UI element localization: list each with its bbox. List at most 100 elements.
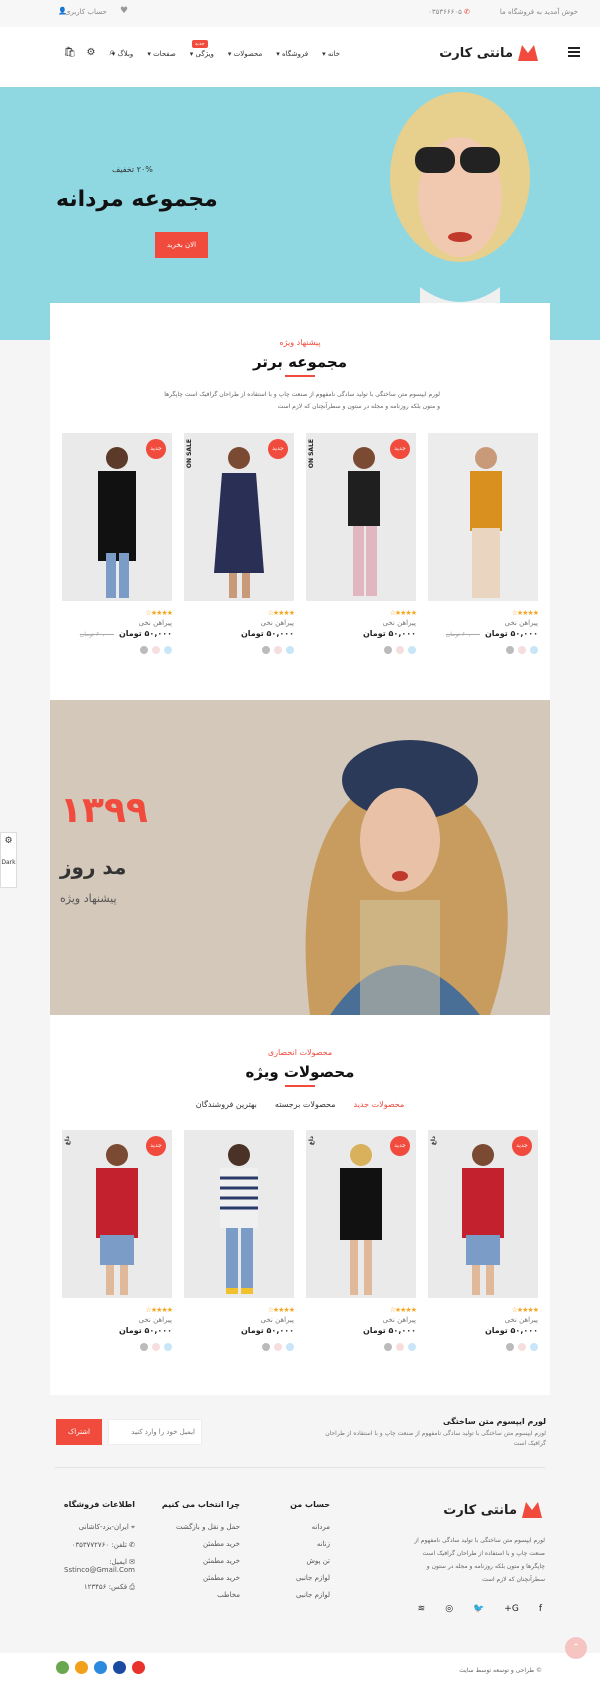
price-value: ۵۰,۰۰۰ تومان xyxy=(118,629,172,638)
product-card[interactable]: جدید داغ ★★★★☆ پیراهن نخی ۵۰,۰۰۰ تومان xyxy=(306,1130,417,1351)
product-card[interactable]: ★★★★☆ پیراهن نخی ۵۰,۰۰۰ تومان xyxy=(184,1130,295,1351)
swatch[interactable] xyxy=(164,646,172,654)
product-name[interactable]: پیراهن نخی xyxy=(62,1316,172,1324)
swatch[interactable] xyxy=(408,1343,416,1351)
product-image[interactable]: جدید داغ xyxy=(306,1130,416,1298)
nav-label: صفحات xyxy=(153,50,176,58)
account-link[interactable]: حساب کاربری xyxy=(65,8,107,16)
swatch[interactable] xyxy=(518,1343,526,1351)
swatch[interactable] xyxy=(152,646,160,654)
swatch[interactable] xyxy=(396,646,404,654)
phone-number: ✆ ۰۳۵۳۶۶۶۰۵ xyxy=(428,8,470,16)
product-name[interactable]: پیراهن نخی xyxy=(62,619,172,627)
swatch[interactable] xyxy=(274,1343,282,1351)
new-badge: جدید xyxy=(146,1136,166,1156)
nav-products[interactable]: محصولات ▾ xyxy=(228,50,262,58)
bottom-bar: © طراحی و توسعه توسط سایت xyxy=(0,1653,600,1693)
product-name[interactable]: پیراهن نخی xyxy=(306,619,416,627)
product-card[interactable]: جدید ON SALE ★★★★☆ پیراهن نخی ۵۰,۰۰۰ توم… xyxy=(184,433,295,654)
product-name[interactable]: پیراهن نخی xyxy=(428,619,538,627)
rss-icon[interactable]: ≋ xyxy=(418,1604,426,1614)
swatch[interactable] xyxy=(530,1343,538,1351)
cart-icon[interactable]: 🛍 xyxy=(63,47,76,59)
product-image[interactable]: جدید xyxy=(62,433,172,601)
product-price: ۵۰,۰۰۰ تومان xyxy=(362,1326,416,1335)
footer-link[interactable]: خرید مطمئن xyxy=(150,1557,240,1565)
swatch[interactable] xyxy=(506,646,514,654)
email-input[interactable]: ایمیل خود را وارد کنید xyxy=(108,1419,202,1445)
gear-icon[interactable]: ⚙ xyxy=(85,47,97,59)
product-card[interactable]: جدید ★★★★☆ پیراهن نخی ۵۰,۰۰۰ تومان ۶۰,۰۰۰… xyxy=(62,433,173,654)
main-nav: خانه ▾ فروشگاه ▾ محصولات ▾ جدید ویژگی ▾ ص… xyxy=(112,40,340,58)
product-image[interactable]: جدید داغ xyxy=(62,1130,172,1298)
discover-icon xyxy=(75,1661,88,1674)
product-name[interactable]: پیراهن نخی xyxy=(184,1316,294,1324)
product-name[interactable]: پیراهن نخی xyxy=(184,619,294,627)
tab-best-sellers[interactable]: بهترین فروشندگان xyxy=(196,1100,257,1109)
heart-icon[interactable]: ♥ xyxy=(120,6,128,16)
product-card[interactable]: ★★★★☆ پیراهن نخی ۵۰,۰۰۰ تومان ۶۰,۰۰۰ توما… xyxy=(428,433,539,654)
dark-mode-toggle[interactable]: Dark xyxy=(1,859,16,866)
shop-now-button[interactable]: الان بخرید xyxy=(155,232,208,258)
swatch[interactable] xyxy=(262,646,270,654)
nav-shop[interactable]: فروشگاه ▾ xyxy=(276,50,308,58)
email-label: ایمیل: xyxy=(109,1558,127,1566)
product-name[interactable]: پیراهن نخی xyxy=(428,1316,538,1324)
scroll-to-top-button[interactable]: ⌃ xyxy=(565,1637,587,1659)
swatch[interactable] xyxy=(140,1343,148,1351)
footer-link[interactable]: مردانه xyxy=(260,1523,330,1531)
swatch[interactable] xyxy=(506,1343,514,1351)
product-name[interactable]: پیراهن نخی xyxy=(306,1316,416,1324)
nav-label: ویژگی xyxy=(195,50,214,58)
instagram-icon[interactable]: ◎ xyxy=(445,1604,453,1614)
tab-featured[interactable]: محصولات برجسته xyxy=(275,1100,336,1109)
footer-link[interactable]: مخاطب xyxy=(150,1591,240,1599)
color-swatches xyxy=(184,1343,294,1351)
swatch[interactable] xyxy=(262,1343,270,1351)
email-value[interactable]: Sstinco@Gmail.Com xyxy=(64,1566,135,1574)
swatch[interactable] xyxy=(408,646,416,654)
theme-switcher[interactable]: ⚙ Dark xyxy=(0,832,17,888)
product-image[interactable]: جدید ON SALE xyxy=(306,433,416,601)
swatch[interactable] xyxy=(152,1343,160,1351)
promo-banner[interactable]: ۱۳۹۹ مد روز پیشنهاد ویژه xyxy=(50,700,550,1015)
swatch[interactable] xyxy=(274,646,282,654)
product-image[interactable]: جدید ON SALE xyxy=(184,433,294,601)
product-card[interactable]: جدید داغ ★★★★☆ پیراهن نخی ۵۰,۰۰۰ تومان xyxy=(428,1130,539,1351)
product-image[interactable] xyxy=(428,433,538,601)
twitter-icon[interactable]: 🐦 xyxy=(473,1604,484,1614)
swatch[interactable] xyxy=(384,1343,392,1351)
footer-link[interactable]: حمل و نقل و بازگشت xyxy=(150,1523,240,1531)
logo[interactable]: مانتی کارت xyxy=(439,45,538,61)
product-card[interactable]: جدید داغ ★★★★☆ پیراهن نخی ۵۰,۰۰۰ تومان xyxy=(62,1130,173,1351)
product-card[interactable]: جدید ON SALE ★★★★☆ پیراهن نخی ۵۰,۰۰۰ توم… xyxy=(306,433,417,654)
rating-stars: ★★★★☆ xyxy=(267,609,295,617)
swatch[interactable] xyxy=(384,646,392,654)
subscribe-button[interactable]: اشتراک xyxy=(56,1419,102,1445)
swatch[interactable] xyxy=(286,1343,294,1351)
footer-logo[interactable]: مانتی کارت xyxy=(443,1502,542,1518)
footer-link[interactable]: زنانه xyxy=(260,1540,330,1548)
product-image[interactable] xyxy=(184,1130,294,1298)
swatch[interactable] xyxy=(396,1343,404,1351)
product-image[interactable]: جدید داغ xyxy=(428,1130,538,1298)
tab-new[interactable]: محصولات جدید xyxy=(354,1100,405,1109)
settings-gear-icon[interactable]: ⚙ xyxy=(1,836,16,846)
footer-link[interactable]: خرید مطمئن xyxy=(150,1574,240,1582)
swatch[interactable] xyxy=(140,646,148,654)
footer-link[interactable]: لوازم جانبی xyxy=(260,1591,330,1599)
nav-home[interactable]: خانه ▾ xyxy=(322,50,340,58)
swatch[interactable] xyxy=(286,646,294,654)
nav-pages[interactable]: صفحات ▾ xyxy=(147,50,175,58)
swatch[interactable] xyxy=(518,646,526,654)
footer-link[interactable]: تن پوش xyxy=(260,1557,330,1565)
search-icon[interactable]: ⌕ xyxy=(106,47,118,59)
menu-icon[interactable] xyxy=(568,47,580,59)
footer-link[interactable]: خرید مطمئن xyxy=(150,1540,240,1548)
swatch[interactable] xyxy=(164,1343,172,1351)
facebook-icon[interactable]: f xyxy=(539,1604,542,1614)
swatch[interactable] xyxy=(530,646,538,654)
footer-link[interactable]: لوازم جانبی xyxy=(260,1574,330,1582)
nav-features[interactable]: جدید ویژگی ▾ xyxy=(190,40,214,58)
google-plus-icon[interactable]: G+ xyxy=(504,1604,519,1614)
